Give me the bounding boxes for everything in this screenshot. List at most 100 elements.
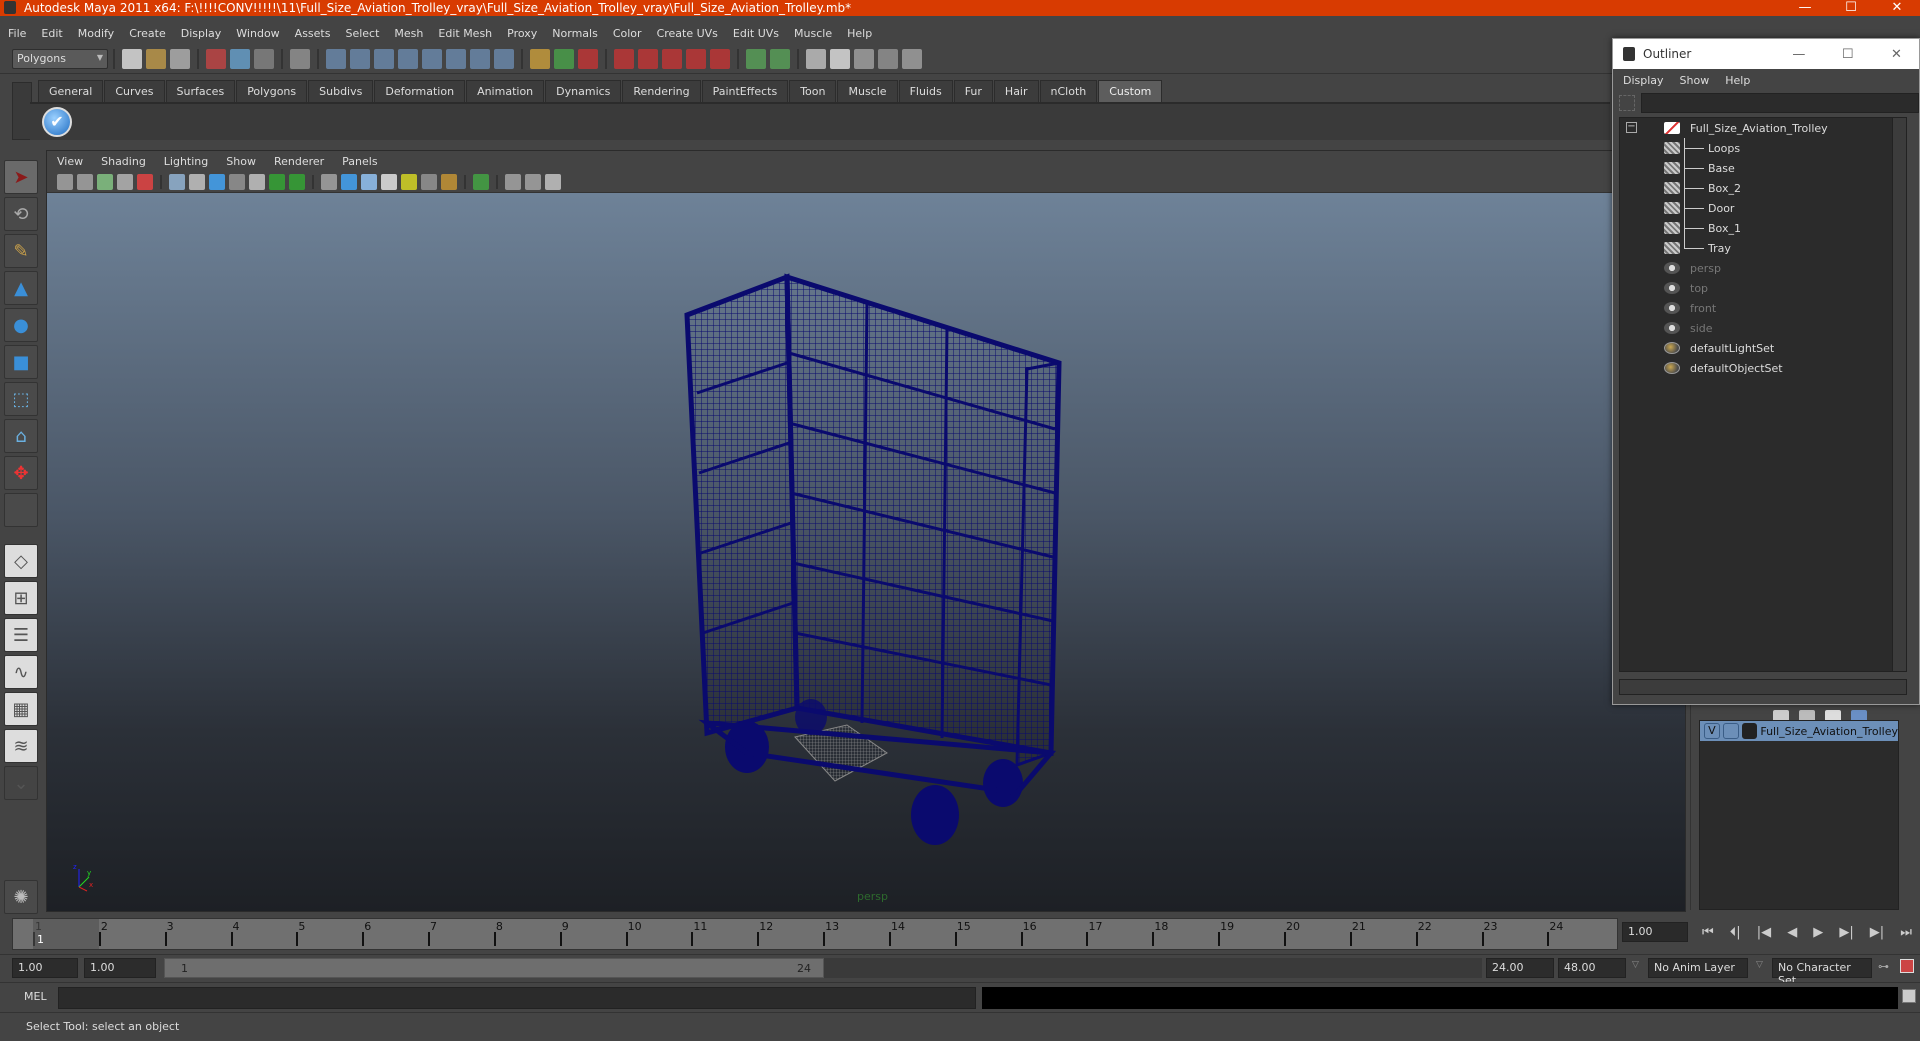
safe-action-icon[interactable] bbox=[269, 173, 285, 190]
shelf-options-handle[interactable] bbox=[12, 82, 32, 140]
xray-joints-icon[interactable] bbox=[525, 173, 541, 190]
magnet-point-icon[interactable] bbox=[662, 48, 682, 69]
shelf-tab-deformation[interactable]: Deformation bbox=[374, 80, 466, 102]
last-tool[interactable] bbox=[4, 493, 38, 527]
outliner-item[interactable]: Box_1 bbox=[1620, 218, 1906, 238]
single-perspective-layout[interactable]: ◇ bbox=[4, 544, 38, 578]
outliner-menu-display[interactable]: Display bbox=[1623, 74, 1664, 87]
textured-icon[interactable] bbox=[381, 173, 397, 190]
snap-live-icon[interactable] bbox=[446, 48, 466, 69]
output-ops-icon[interactable] bbox=[770, 48, 790, 69]
outliner-item[interactable]: Loops bbox=[1620, 138, 1906, 158]
move-tool[interactable]: ▲ bbox=[4, 271, 38, 305]
snap-view-plane-icon[interactable] bbox=[422, 48, 442, 69]
minimize-button[interactable]: — bbox=[1782, 0, 1828, 16]
shelf-tab-surfaces[interactable]: Surfaces bbox=[165, 80, 236, 102]
camera-attributes-icon[interactable] bbox=[57, 173, 73, 190]
shelf-tab-curves[interactable]: Curves bbox=[104, 80, 165, 102]
outliner-horizontal-scrollbar[interactable] bbox=[1619, 679, 1907, 695]
universal-manipulator[interactable]: ⬚ bbox=[4, 382, 38, 416]
layer-playback-toggle[interactable] bbox=[1722, 723, 1739, 739]
layer-visibility-toggle[interactable]: V bbox=[1704, 723, 1720, 739]
wireframe-icon[interactable] bbox=[321, 173, 337, 190]
select-by-component-icon[interactable] bbox=[254, 48, 274, 69]
outliner-item[interactable]: persp bbox=[1620, 258, 1906, 278]
menu-edit[interactable]: Edit bbox=[41, 27, 62, 40]
go-to-end-button[interactable]: ⏭ bbox=[1900, 925, 1912, 940]
current-time-marker[interactable]: 1 bbox=[33, 919, 99, 949]
persp-graph-layout[interactable]: ∿ bbox=[4, 655, 38, 689]
menu-mesh[interactable]: Mesh bbox=[394, 27, 423, 40]
filter-options-icon[interactable] bbox=[1619, 95, 1635, 111]
anim-layer-field[interactable]: No Anim Layer bbox=[1648, 958, 1748, 978]
outliner-persp-layout[interactable]: ☰ bbox=[4, 618, 38, 652]
panel-menu-renderer[interactable]: Renderer bbox=[274, 155, 324, 168]
step-forward-frame-button[interactable]: ▶| bbox=[1870, 925, 1884, 940]
step-back-key-button[interactable]: |◀ bbox=[1757, 925, 1771, 940]
current-frame-field[interactable]: 1.00 bbox=[1622, 922, 1688, 942]
shelf-tab-dynamics[interactable]: Dynamics bbox=[545, 80, 622, 102]
camera-bookmarks-icon[interactable] bbox=[77, 173, 93, 190]
select-tool[interactable]: ➤ bbox=[4, 160, 38, 194]
range-slider-handle[interactable]: 1 24 bbox=[164, 958, 824, 978]
step-forward-key-button[interactable]: ▶| bbox=[1839, 925, 1853, 940]
select-by-hierarchy-icon[interactable] bbox=[206, 48, 226, 69]
auto-key-icon[interactable]: ⊶ bbox=[1878, 960, 1889, 973]
four-view-layout[interactable]: ⊞ bbox=[4, 581, 38, 615]
step-back-frame-button[interactable]: ⏴| bbox=[1730, 925, 1741, 940]
menu-muscle[interactable]: Muscle bbox=[794, 27, 832, 40]
grid-icon[interactable] bbox=[169, 173, 185, 190]
panel-menu-panels[interactable]: Panels bbox=[342, 155, 377, 168]
paint-select-tool[interactable]: ✎ bbox=[4, 234, 38, 268]
menu-file[interactable]: File bbox=[8, 27, 26, 40]
collapse-toggle[interactable]: − bbox=[1626, 122, 1637, 133]
shelf-tab-toon[interactable]: Toon bbox=[789, 80, 837, 102]
menu-proxy[interactable]: Proxy bbox=[507, 27, 537, 40]
hardware-texture-icon[interactable] bbox=[441, 173, 457, 190]
anim-layer-dropdown-arrow-icon[interactable]: ▽ bbox=[1632, 960, 1639, 970]
menu-color[interactable]: Color bbox=[613, 27, 642, 40]
outliner-item[interactable]: front bbox=[1620, 298, 1906, 318]
script-editor-icon[interactable] bbox=[1902, 989, 1916, 1003]
new-scene-icon[interactable] bbox=[122, 48, 142, 69]
render-current-icon[interactable] bbox=[854, 48, 874, 69]
outliner-minimize-button[interactable]: — bbox=[1776, 47, 1821, 62]
shelf-tab-polygons[interactable]: Polygons bbox=[236, 80, 308, 102]
menu-create-uvs[interactable]: Create UVs bbox=[657, 27, 718, 40]
outliner-item[interactable]: Base bbox=[1620, 158, 1906, 178]
layout-menu[interactable]: ⌄ bbox=[4, 766, 38, 800]
shelf-tab-hair[interactable]: Hair bbox=[993, 80, 1039, 102]
shelf-tab-ncloth[interactable]: nCloth bbox=[1039, 80, 1098, 102]
shelf-tab-animation[interactable]: Animation bbox=[466, 80, 545, 102]
image-plane-icon[interactable] bbox=[97, 173, 113, 190]
help-icon[interactable] bbox=[494, 48, 514, 69]
outliner-maximize-button[interactable]: ☐ bbox=[1825, 47, 1870, 62]
grease-pencil-icon[interactable] bbox=[137, 173, 153, 190]
outliner-vertical-scrollbar[interactable] bbox=[1892, 118, 1906, 671]
rotate-tool[interactable]: ● bbox=[4, 308, 38, 342]
character-set-dropdown-arrow-icon[interactable]: ▽ bbox=[1756, 960, 1763, 970]
time-slider[interactable]: 1234567891011121314151617181920212223241 bbox=[12, 918, 1618, 950]
gate-mask-icon[interactable] bbox=[229, 173, 245, 190]
shelf-tab-subdivs[interactable]: Subdivs bbox=[308, 80, 374, 102]
scale-tool[interactable]: ■ bbox=[4, 345, 38, 379]
menu-assets[interactable]: Assets bbox=[295, 27, 331, 40]
xray-icon[interactable] bbox=[505, 173, 521, 190]
menu-edit-uvs[interactable]: Edit UVs bbox=[733, 27, 779, 40]
render-view-icon[interactable] bbox=[830, 48, 850, 69]
wireframe-on-shaded-icon[interactable] bbox=[361, 173, 377, 190]
shelf-tab-rendering[interactable]: Rendering bbox=[622, 80, 701, 102]
field-chart-icon[interactable] bbox=[249, 173, 265, 190]
play-backwards-button[interactable]: ◀ bbox=[1787, 925, 1797, 940]
menu-modify[interactable]: Modify bbox=[78, 27, 114, 40]
select-highlight-icon[interactable] bbox=[554, 48, 574, 69]
resolution-gate-icon[interactable] bbox=[209, 173, 225, 190]
shelf-tab-general[interactable]: General bbox=[38, 80, 104, 102]
outliner-item[interactable]: Door bbox=[1620, 198, 1906, 218]
outliner-item[interactable]: side bbox=[1620, 318, 1906, 338]
use-lights-icon[interactable] bbox=[401, 173, 417, 190]
command-language-label[interactable]: MEL bbox=[24, 990, 47, 1003]
film-gate-icon[interactable] bbox=[189, 173, 205, 190]
outliner-item[interactable]: top bbox=[1620, 278, 1906, 298]
outliner-menu-help[interactable]: Help bbox=[1725, 74, 1750, 87]
